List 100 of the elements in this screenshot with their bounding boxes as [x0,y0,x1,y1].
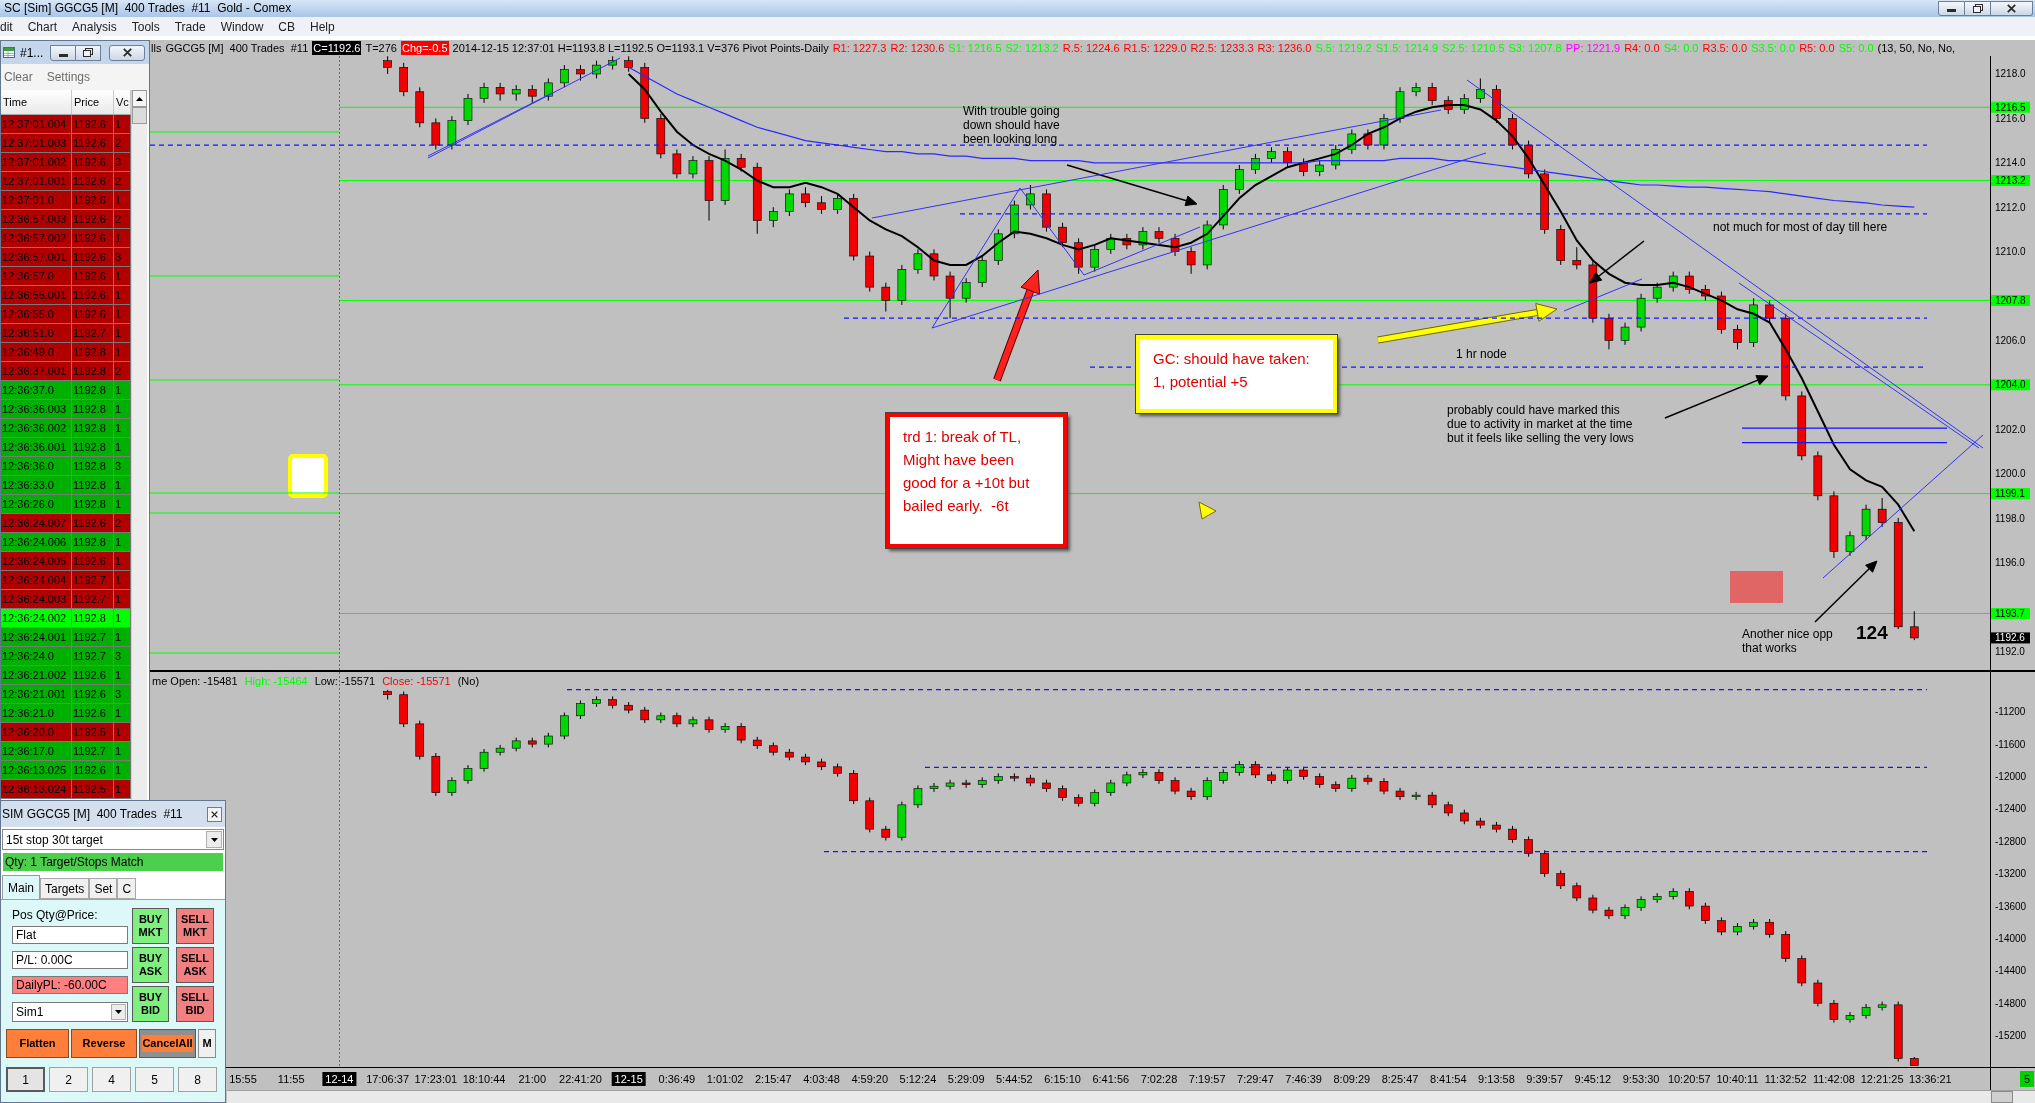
table-cell: 1192.6 [72,248,114,266]
time-axis-label: 5:12:24 [899,1073,937,1085]
table-cell: 1192.7 [72,590,114,608]
table-cell: 12:36:13.024 [1,780,72,798]
header-text: S2: 1213.2 [1005,41,1059,55]
table-cell: 12:36:26.0 [1,495,72,513]
table-cell: 1192.6 [72,153,114,171]
price-axis-label: 1216.0 [1995,112,2026,124]
date-axis-label: 12-14 [322,1072,357,1086]
table-cell: 1192.8 [72,533,114,551]
table-cell: 1192.8 [72,362,114,380]
last-price-tag: 1192.6 [1991,632,2030,644]
table-cell: 1192.8 [72,419,114,437]
header-text: R2.5: 1233.3 [1190,41,1254,55]
field-label: Pos Qty@Price: [12,908,99,922]
table-cell: 12:37:01.003 [1,134,72,152]
price-axis-label: 1200.0 [1995,468,2026,480]
table-cell: 12:36:51.0 [1,324,72,342]
price-axis-label: 1198.0 [1995,512,2025,524]
table-cell: 12:36:57.003 [1,210,72,228]
table-cell: 12:37:01.002 [1,153,72,171]
date-axis-label: 12-15 [611,1072,646,1086]
time-axis-label: 8:25:47 [1381,1073,1419,1085]
table-cell: 12:36:24.0 [1,647,72,665]
table-cell: 12:36:24.003 [1,590,72,608]
table-cell: 12:36:36.001 [1,438,72,456]
header-text: R4: 0.0 [1624,41,1660,55]
table-cell: 12:36:24.006 [1,533,72,551]
table-cell: 12:36:37.001 [1,362,72,380]
table-cell: 12:36:49.0 [1,343,72,361]
status-message: Qty: 1 Target/Stops Match [3,853,223,871]
table-cell: 1192.7 [72,571,114,589]
time-axis-label: 8:09:29 [1333,1073,1371,1085]
callout-note: GC: should have taken: 1, potential +5 [1136,335,1337,413]
header-text: R1.5: 1229.0 [1123,41,1187,55]
time-axis-label: 5:44:52 [996,1073,1033,1085]
header-text: GGCG5 [M] 400 Trades #11 [165,41,309,55]
table-cell: 1192.6 [72,229,114,247]
table-cell: 1192.7 [72,628,114,646]
table-cell: 1192.6 [72,305,114,323]
column-header: Time [1,90,72,114]
header-value-tag: Chg=-0.5 [400,41,449,55]
table-cell: 1192.5 [72,723,114,741]
status-tag: 5 [2020,1071,2034,1087]
table-cell: 1192.8 [72,609,114,627]
ref-line-label: 1204.0 [1995,379,2027,391]
ref-line-label: 1213.2 [1995,175,2027,187]
time-axis-label: 17:23:01 [414,1073,458,1085]
table-cell: 12:36:24.007 [1,514,72,532]
price-axis-label: 1212.0 [1995,201,2026,213]
table-cell: 1192.7 [72,324,114,342]
header-text: S3: 1207.8 [1508,41,1562,55]
header-text: R.5: 1224.6 [1062,41,1120,55]
delta-axis-label: -14800 [1995,997,2027,1009]
time-axis-label: 7:02:28 [1140,1073,1178,1085]
study-value: (No) [457,675,480,688]
price-axis-label: 1196.0 [1995,556,2025,568]
table-cell: 12:36:55.001 [1,286,72,304]
delta-axis-label: -13200 [1995,868,2027,880]
delta-axis-label: -15200 [1995,1030,2027,1042]
price-level-tag: 1213.2 [1991,175,2030,187]
header-text: R1: 1227.3 [832,41,887,55]
time-axis-label: 22:41:20 [559,1073,602,1085]
table-cell: 12:36:24.002 [1,609,72,627]
column-header: Price [72,90,114,114]
time-axis-label: 11:42:08 [1812,1073,1855,1085]
time-axis-label: 17:06:37 [366,1073,410,1085]
price-axis-label: 1210.0 [1995,246,2026,258]
table-cell: 12:36:36.0 [1,457,72,475]
table-cell: 12:36:24.004 [1,571,72,589]
table-cell: 1192.6 [72,704,114,722]
table-cell: 1192.8 [72,457,114,475]
header-text: PP: 1221.9 [1565,41,1621,55]
table-cell: 1192.7 [72,647,114,665]
table-cell: 12:36:55.0 [1,305,72,323]
delta-axis-label: -13600 [1995,900,2027,912]
delta-axis-label: -12800 [1995,835,2027,847]
table-cell: 12:37:01.004 [1,115,72,133]
time-axis-label: 5:29:09 [947,1073,985,1085]
ref-line-label: 1216.5 [1995,101,2027,113]
price-axis-label: 1202.0 [1995,423,2026,435]
time-axis-label: 10:20:57 [1667,1073,1711,1085]
delta-axis-label: -12000 [1995,771,2027,782]
table-cell: 1192.8 [72,343,114,361]
time-axis-label: 10:40:11 [1716,1073,1759,1085]
table-cell: 12:36:36.003 [1,400,72,418]
table-cell: 12:36:21.0 [1,704,72,722]
time-axis-label: 7:29:47 [1237,1073,1274,1085]
ref-line-label: 1199.1 [1995,488,2026,500]
delta-axis-label: -12400 [1995,803,2027,815]
price-axis-label: 1218.0 [1995,68,2026,80]
table-cell: 1192.7 [72,742,114,760]
table-cell: 1192.6 [72,286,114,304]
ref-line-label: 1193.7 [1995,608,2026,619]
table-cell: 1192.8 [72,438,114,456]
callout-note: trd 1: break of TL, Might have been good for a +10t but bailed early. -6t [886,413,1067,548]
delta-axis-label: -11600 [1995,738,2026,750]
price-axis-label: 1214.0 [1995,157,2026,169]
table-cell: 1192.6 [72,115,114,133]
header-value-tag: C=1192.6 [312,41,362,55]
